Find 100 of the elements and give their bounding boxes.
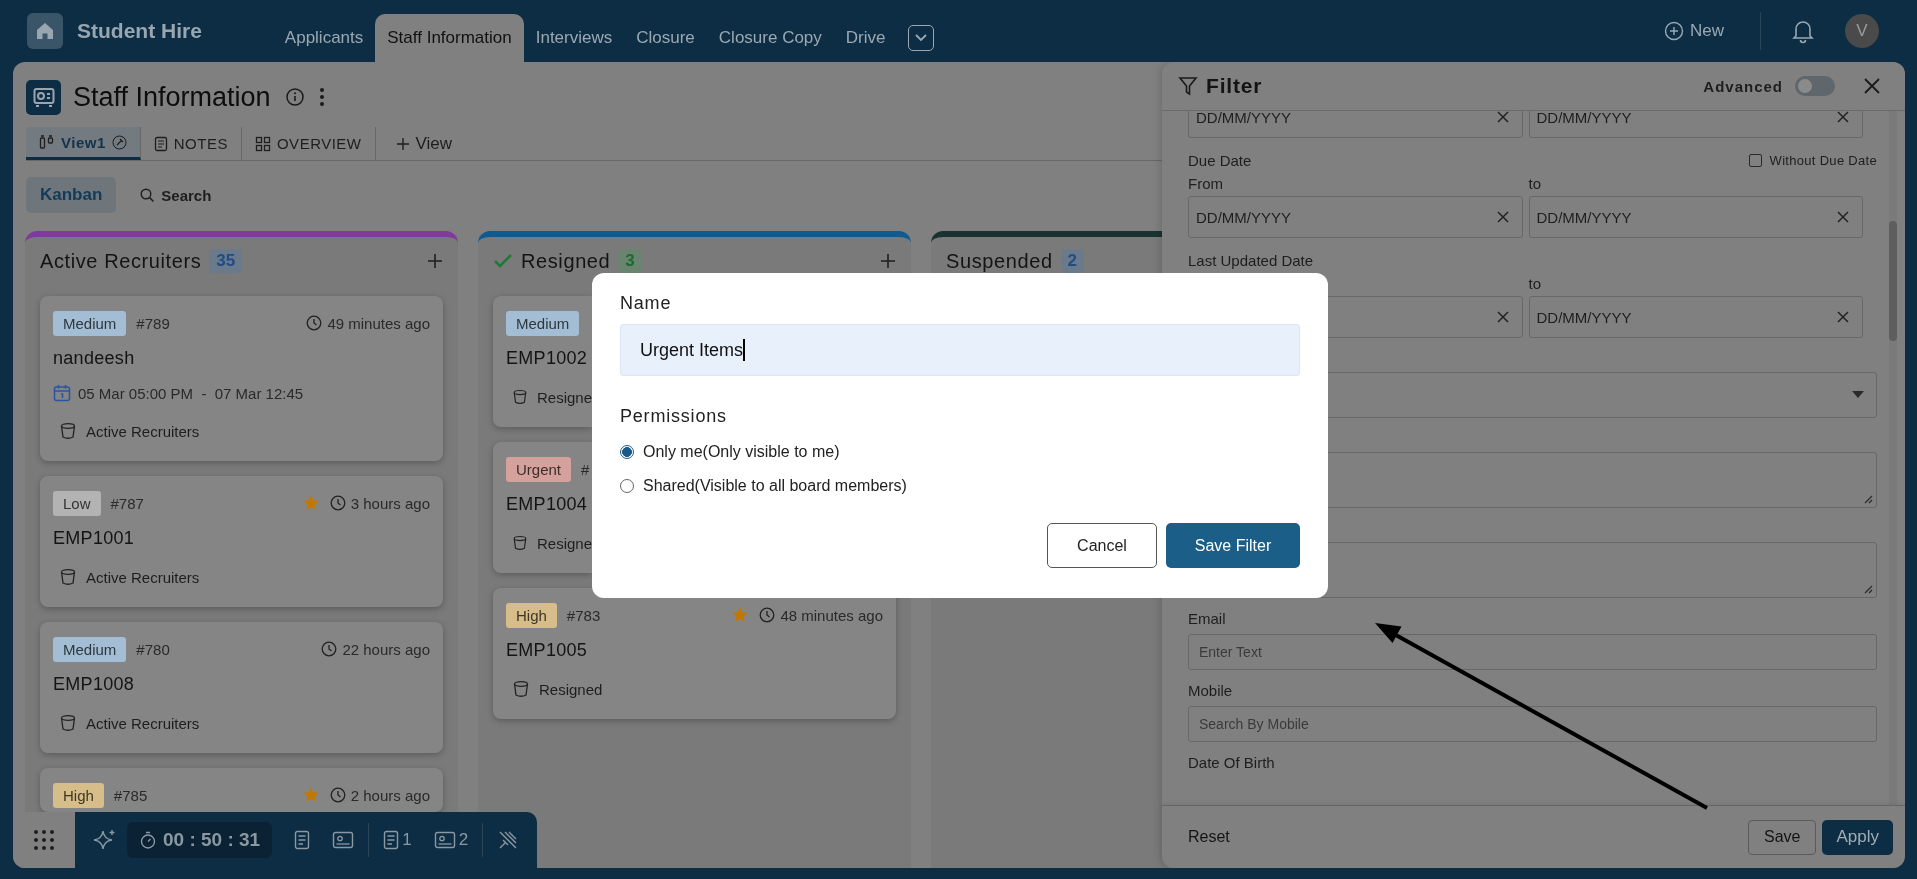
close-icon[interactable] [1863,77,1881,95]
home-icon [35,21,55,41]
nav-tab[interactable]: Closure [624,14,707,62]
permission-option[interactable]: Only me(Only visible to me) [620,435,840,469]
count-badge: 2 [1060,249,1085,273]
filter-icon [1178,76,1198,96]
advanced-toggle[interactable] [1795,76,1835,96]
bucket-icon [59,422,77,440]
priority-tag: Medium [53,310,127,336]
more-tabs-button[interactable] [907,25,934,51]
priority-tag: Medium [506,310,580,336]
nav-tab[interactable]: Applicants [272,14,376,62]
search-icon [140,187,156,203]
app-name: Student Hire [77,19,202,43]
task-card[interactable]: High #785 2 hours ago [40,768,443,812]
task-card[interactable]: Medium #780 22 hours ago EMP1008 Active Recruiters [40,622,443,753]
task-card[interactable]: Urgent # EMP1004 Resigne [493,442,592,573]
resize-handle-icon[interactable] [1863,494,1873,504]
field-label: Date Of Birth [1188,753,1276,773]
new-button[interactable]: New [1658,20,1730,42]
add-view-button[interactable]: View [375,127,466,160]
column-title: Active Recruiters [40,249,202,273]
task-card[interactable]: Low #787 3 hours ago EMP1001 Active Recruiters [40,476,443,607]
cards-count-button[interactable]: 2 [433,830,469,850]
search-button[interactable]: Search [134,185,218,205]
nav-tab[interactable]: Staff Information [375,14,524,62]
id-card-icon[interactable] [332,831,355,849]
from-label: From [1188,175,1223,192]
save-button[interactable]: Save [1748,819,1817,855]
view-tab[interactable]: NOTES [140,127,242,160]
apps-grid-icon[interactable] [13,812,75,868]
column-title: Resigned [521,249,611,273]
clock-icon [321,641,338,657]
permission-option[interactable]: Shared(Visible to all board members) [620,469,907,503]
view-tab[interactable]: OVERVIEW [241,127,376,160]
clear-icon[interactable] [1837,211,1849,223]
bucket-icon [59,568,77,586]
info-icon[interactable] [284,87,305,107]
save-filter-button[interactable]: Save Filter [1166,523,1300,568]
card-time: 49 minutes ago [327,314,430,332]
timer-value: 00 : 50 : 31 [163,829,261,851]
date-field[interactable]: DD/MM/YYYY [1528,111,1863,138]
date-field[interactable]: DD/MM/YYYY [1188,196,1523,238]
clear-icon[interactable] [1496,211,1509,223]
reset-button[interactable]: Reset [1188,828,1230,846]
resize-handle-icon[interactable] [1863,584,1873,594]
name-label: Name [620,293,673,314]
grid-icon [254,135,271,152]
apply-button[interactable]: Apply [1822,819,1893,855]
clear-icon[interactable] [1496,111,1509,123]
plus-icon[interactable] [427,253,443,269]
card-title: EMP1005 [506,640,588,661]
date-field[interactable]: DD/MM/YYYY [1188,111,1523,138]
clock-icon [329,787,346,803]
bell-icon[interactable] [1791,18,1815,44]
task-card[interactable]: Medium EMP1002 Resigne [493,296,592,427]
search-label: Search [161,186,212,204]
card-time: 2 hours ago [350,786,430,804]
timer[interactable]: 00 : 50 : 31 [127,822,273,858]
card-title: EMP1008 [53,674,135,695]
nav-tab[interactable]: Interviews [523,14,625,62]
document-icon[interactable] [294,830,311,850]
nav-tab[interactable]: Drive [833,14,898,62]
card-time: 48 minutes ago [780,606,883,624]
bucket-icon [59,714,77,732]
card-stage: Resigned [539,680,603,698]
text-field[interactable]: Search By Mobile [1188,706,1877,742]
clear-icon[interactable] [1837,311,1849,323]
card-number: #787 [110,494,144,512]
card-number: #783 [566,606,601,624]
caret-icon [1852,391,1864,399]
clear-icon[interactable] [1837,111,1849,123]
nav-tab[interactable]: Closure Copy [706,14,834,62]
sparkle-icon[interactable] [93,828,117,852]
user-avatar[interactable]: V [1845,14,1879,48]
scrollbar-thumb[interactable] [1889,221,1897,341]
name-field[interactable]: Urgent Items [620,324,1300,376]
bucket-icon [512,534,528,552]
date-field[interactable]: DD/MM/YYYY [1528,196,1863,238]
task-card[interactable]: Medium #789 49 minutes ago nandeesh 05 Mar 05:00 PM - 07 Mar 12:45 Active Recruiters [40,296,443,461]
card-stage: Resigne [536,534,592,552]
view-tab[interactable]: View1 [26,127,141,160]
pin-icon [111,134,127,150]
clear-icon[interactable] [1496,311,1509,323]
clock-icon [306,315,323,331]
card-title: EMP1004 [506,494,588,515]
task-card[interactable]: High #783 48 minutes ago EMP1005 Resigned [493,588,896,719]
tab-label: OVERVIEW [276,135,362,152]
plus-icon[interactable] [880,253,896,269]
notes-count-button[interactable]: 1 [383,830,412,850]
without-due-date-checkbox[interactable]: Without Due Date [1748,152,1877,168]
priority-tag: Urgent [506,456,572,482]
cancel-button[interactable]: Cancel [1047,523,1157,568]
date-field[interactable]: DD/MM/YYYY [1528,296,1863,338]
more-options-icon[interactable] [318,87,325,107]
card-number: #789 [136,314,170,332]
card-time: 3 hours ago [350,494,430,512]
stopwatch-icon [139,831,157,849]
home-button[interactable] [27,13,63,49]
text-field[interactable]: Enter Text [1188,634,1877,670]
